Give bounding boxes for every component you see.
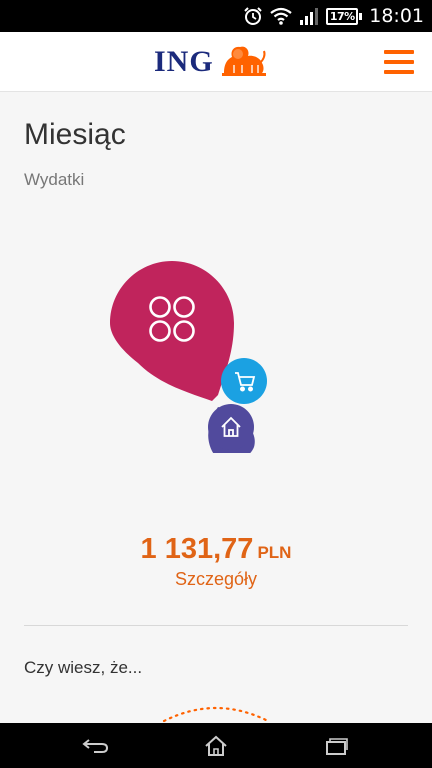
screen: 17% 18:01 ING Miesiąc Wydatki 1 131,77 P…	[0, 0, 432, 768]
hamburger-icon	[384, 50, 414, 54]
status-bar: 17% 18:01	[0, 0, 432, 32]
amount-value: 1 131,77	[140, 533, 254, 565]
battery-icon: 17%	[326, 7, 363, 25]
category-bubble-other[interactable]	[110, 261, 234, 401]
recents-button[interactable]	[306, 723, 366, 768]
alarm-icon	[243, 6, 263, 26]
wifi-icon	[270, 7, 292, 25]
back-icon	[82, 738, 109, 753]
recents-icon	[326, 737, 348, 755]
page-title: Miesiąc	[24, 118, 126, 151]
category-bubbles	[100, 253, 280, 453]
category-bubble-home[interactable]	[208, 404, 255, 453]
main-content: Miesiąc Wydatki 1 131,77 PLN Szczegóły C…	[0, 93, 432, 723]
home-nav-icon	[205, 735, 227, 756]
page-subtitle: Wydatki	[24, 170, 85, 189]
menu-button[interactable]	[384, 48, 414, 76]
total-amount: 1 131,77 PLN	[0, 533, 432, 566]
did-you-know-heading: Czy wiesz, że...	[24, 658, 143, 677]
navigation-bar	[0, 723, 432, 768]
battery-level: 17%	[326, 7, 359, 25]
app-header: ING	[0, 32, 432, 92]
signal-icon	[299, 7, 319, 25]
status-time: 18:01	[369, 5, 424, 27]
lion-icon	[220, 43, 268, 81]
logo-text: ING	[154, 45, 214, 78]
ing-logo[interactable]: ING	[154, 40, 268, 84]
back-button[interactable]	[66, 723, 126, 768]
category-bubble-shopping[interactable]	[221, 358, 267, 404]
divider	[24, 625, 408, 626]
amount-currency: PLN	[257, 543, 292, 562]
home-nav-button[interactable]	[186, 723, 246, 768]
dotted-arc-decoration	[162, 707, 270, 723]
details-link[interactable]: Szczegóły	[0, 569, 432, 590]
